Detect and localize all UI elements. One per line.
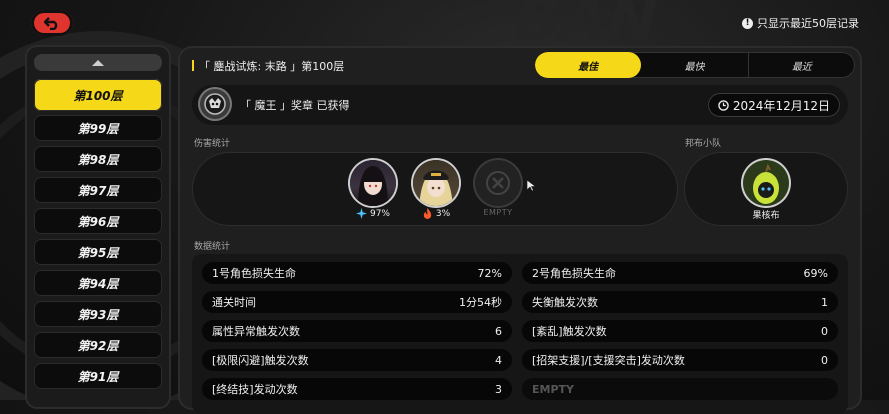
floor-label: 第95层 — [77, 245, 119, 260]
bangboo-name: 果核布 — [752, 211, 780, 221]
floor-item-95[interactable]: 第95层 — [34, 239, 162, 265]
close-icon — [486, 171, 510, 195]
floor-label: 第93层 — [77, 307, 119, 322]
stat-value: 4 — [495, 353, 502, 367]
stat-label: EMPTY — [532, 382, 574, 396]
svg-text:BAN: BAN — [505, 0, 666, 55]
stat-label: [紊乱]触发次数 — [532, 325, 607, 338]
stat-label: 1号角色损失生命 — [212, 267, 296, 280]
stage-title-text: 「 鏖战试炼: 末路 」第100层 — [199, 60, 345, 73]
floor-label: 第98层 — [77, 152, 119, 167]
stat-value: 1 — [821, 295, 828, 309]
tab-fastest[interactable]: 最快 — [641, 52, 747, 78]
floor-item-99[interactable]: 第99层 — [34, 115, 162, 141]
stage-title: 「 鏖战试炼: 末路 」第100层 — [192, 58, 344, 74]
stat-value: 1分54秒 — [459, 296, 502, 309]
floor-item-91[interactable]: 第91层 — [34, 363, 162, 389]
ice-icon — [355, 208, 367, 219]
scroll-up-button[interactable] — [34, 54, 162, 71]
agent-damage-stat: 97% — [348, 208, 398, 219]
agent-portrait — [350, 160, 396, 206]
floor-label: 第91层 — [77, 369, 119, 384]
record-tabs: 最佳 最快 最近 — [535, 52, 855, 78]
record-date-text: 2024年12月12日 — [732, 98, 830, 113]
floor-list[interactable]: 第100层 第99层 第98层 第97层 第96层 第95层 第94层 第93层… — [27, 47, 169, 407]
back-arrow-icon — [44, 17, 58, 30]
data-stats-label: 数据统计 — [194, 242, 231, 252]
stat-value: 0 — [821, 353, 828, 367]
agent-squad: 97% 3% EMPTY — [192, 152, 678, 226]
floor-label: 第96层 — [77, 214, 119, 229]
stat-row: [极限闪避]触发次数 4 — [202, 349, 512, 371]
floor-label: 第100层 — [73, 88, 123, 103]
stats-table: 1号角色损失生命 72% 2号角色损失生命 69% 通关时间 1分54秒 失衡触发次数… — [192, 254, 848, 414]
demon-king-medal-icon — [198, 87, 232, 121]
back-button[interactable] — [31, 10, 73, 36]
stat-label: [极限闪避]触发次数 — [212, 354, 309, 367]
stat-row: [招架支援]/[支援突击]发动次数 0 — [522, 349, 838, 371]
stat-value: 6 — [495, 324, 502, 338]
record-limit-note: ! 只显示最近50层记录 — [742, 15, 859, 31]
floor-item-93[interactable]: 第93层 — [34, 301, 162, 327]
floor-item-98[interactable]: 第98层 — [34, 146, 162, 172]
agent-slot-empty: EMPTY — [473, 160, 523, 217]
fire-icon — [423, 208, 432, 219]
empty-slot-label: EMPTY — [483, 208, 513, 217]
stat-label: 失衡触发次数 — [532, 296, 598, 309]
agent-portrait — [413, 160, 459, 206]
caret-up-icon — [92, 59, 104, 66]
stat-label: 2号角色损失生命 — [532, 267, 616, 280]
mouse-cursor-icon — [527, 180, 537, 192]
record-date: 2024年12月12日 — [707, 93, 840, 117]
bangboo-squad: 果核布 — [684, 152, 848, 226]
stat-row: 失衡触发次数 1 — [522, 291, 838, 313]
record-limit-text: 只显示最近50层记录 — [757, 17, 859, 30]
empty-portrait — [475, 160, 521, 206]
medal-text: 「 魔王 」奖章 已获得 — [240, 99, 350, 112]
stat-value: 72% — [477, 266, 502, 280]
stat-row: 2号角色损失生命 69% — [522, 262, 838, 284]
medal-row: 「 魔王 」奖章 已获得 2024年12月12日 — [192, 85, 848, 125]
stat-label: [终结技]发动次数 — [212, 383, 298, 396]
agent-damage-percent: 3% — [435, 208, 451, 219]
stat-label: [招架支援]/[支援突击]发动次数 — [532, 354, 685, 367]
stat-row-empty: EMPTY — [522, 378, 838, 400]
stat-row: 通关时间 1分54秒 — [202, 291, 512, 313]
damage-stats-label: 伤害统计 — [194, 139, 231, 149]
floor-item-100[interactable]: 第100层 — [34, 79, 162, 111]
stat-label: 属性异常触发次数 — [212, 325, 300, 338]
floor-item-96[interactable]: 第96层 — [34, 208, 162, 234]
bangboo-squad-label: 邦布小队 — [685, 139, 722, 149]
bangboo-portrait — [743, 160, 789, 206]
stat-label: 通关时间 — [212, 296, 256, 309]
floor-label: 第97层 — [77, 183, 119, 198]
stat-value: 3 — [495, 382, 502, 396]
floor-item-97[interactable]: 第97层 — [34, 177, 162, 203]
floor-label: 第92层 — [77, 338, 119, 353]
clock-icon — [718, 99, 729, 111]
floor-item-94[interactable]: 第94层 — [34, 270, 162, 296]
agent-damage-percent: 97% — [369, 208, 390, 219]
stat-row: 属性异常触发次数 6 — [202, 320, 512, 342]
agent-slot-1[interactable]: 97% — [348, 160, 398, 219]
floor-label: 第99层 — [77, 121, 119, 136]
agent-slot-2[interactable]: 3% — [411, 160, 461, 219]
stat-value: 69% — [803, 266, 828, 280]
stat-row: [紊乱]触发次数 0 — [522, 320, 838, 342]
tab-best[interactable]: 最佳 — [535, 52, 642, 78]
agent-damage-stat: 3% — [411, 208, 461, 219]
tab-recent[interactable]: 最近 — [747, 52, 855, 78]
stat-row: [终结技]发动次数 3 — [202, 378, 512, 400]
info-icon: ! — [742, 17, 753, 29]
floor-label: 第94层 — [77, 276, 119, 291]
stage-detail-panel: 「 鏖战试炼: 末路 」第100层 最佳 最快 最近 「 魔王 」奖章 已获得 … — [180, 48, 860, 414]
stat-row: 1号角色损失生命 72% — [202, 262, 512, 284]
bangboo-slot[interactable]: 果核布 — [741, 160, 791, 221]
floor-item-92[interactable]: 第92层 — [34, 332, 162, 358]
stat-value: 0 — [821, 324, 828, 338]
